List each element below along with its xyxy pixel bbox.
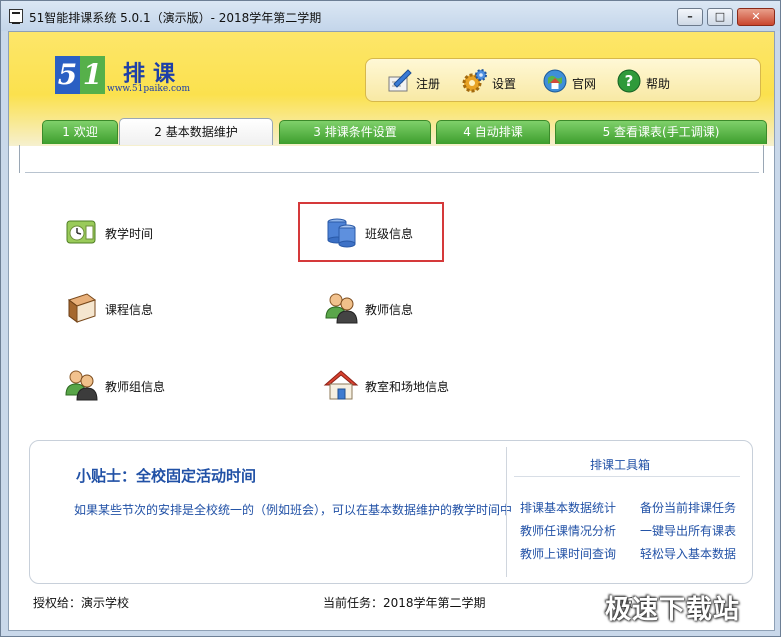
logo-url: www.51paike.com bbox=[107, 84, 190, 94]
title-bar: 51智能排课系统 5.0.1（演示版）- 2018学年第二学期 – □ ✕ bbox=[1, 1, 780, 31]
minimize-icon: – bbox=[687, 10, 693, 23]
tab-basic-data[interactable]: 2 基本数据维护 bbox=[119, 118, 273, 145]
tab-panel-frame bbox=[19, 145, 764, 173]
course-info-label: 课程信息 bbox=[105, 303, 154, 317]
link-data-statistics[interactable]: 排课基本数据统计 bbox=[520, 499, 616, 516]
database-icon bbox=[327, 218, 356, 248]
logo-badge: 5 1 bbox=[55, 56, 105, 94]
tab-welcome[interactable]: 1 欢迎 bbox=[42, 120, 118, 144]
window-title: 51智能排课系统 5.0.1（演示版）- 2018学年第二学期 bbox=[29, 11, 322, 25]
class-info-label: 班级信息 bbox=[365, 227, 414, 241]
maximize-icon: □ bbox=[714, 10, 726, 23]
app-window: 51智能排课系统 5.0.1（演示版）- 2018学年第二学期 – □ ✕ 5 … bbox=[0, 0, 781, 637]
svg-text:?: ? bbox=[625, 72, 634, 90]
header-banner: 5 1 排课 www.51paike.com 注册 设置 官网 ? 帮助 1 欢… bbox=[9, 32, 774, 146]
register-label: 注册 bbox=[416, 77, 441, 91]
help-question-icon: ? bbox=[617, 69, 641, 93]
help-button[interactable]: ? 帮助 bbox=[616, 66, 682, 96]
main-client-area: 5 1 排课 www.51paike.com 注册 设置 官网 ? 帮助 1 欢… bbox=[8, 31, 775, 631]
teaching-time-label: 教学时间 bbox=[105, 227, 154, 241]
book-icon bbox=[67, 293, 97, 323]
toolbox-underline bbox=[514, 476, 740, 477]
teacher-group-info-label: 教师组信息 bbox=[105, 380, 166, 394]
classroom-info-label: 教室和场地信息 bbox=[365, 380, 450, 394]
close-button[interactable]: ✕ bbox=[737, 8, 775, 26]
tip-body: 如果某些节次的安排是全校统一的（例如班会），可以在基本数据维护的教学时间中 bbox=[74, 503, 513, 517]
website-button[interactable]: 官网 bbox=[542, 66, 608, 96]
help-label: 帮助 bbox=[646, 77, 671, 91]
website-label: 官网 bbox=[572, 77, 597, 91]
link-export-timetables[interactable]: 一键导出所有课表 bbox=[640, 522, 736, 539]
clock-calendar-icon bbox=[66, 220, 96, 244]
top-toolbar: 注册 设置 官网 ? 帮助 bbox=[365, 58, 761, 102]
tips-panel: 小贴士：全校固定活动时间 如果某些节次的安排是全校统一的（例如班会），可以在基本… bbox=[29, 440, 753, 584]
close-icon: ✕ bbox=[751, 10, 761, 23]
house-icon bbox=[323, 370, 359, 400]
tab-view-timetable[interactable]: 5 查看课表(手工调课) bbox=[555, 120, 767, 144]
current-task-status: 当前任务：2018学年第二学期 bbox=[323, 596, 486, 610]
register-pen-icon bbox=[388, 69, 412, 92]
tips-divider bbox=[506, 447, 507, 577]
teacher-info-label: 教师信息 bbox=[365, 303, 414, 317]
toolbox-title: 排课工具箱 bbox=[590, 458, 651, 472]
settings-label: 设置 bbox=[492, 77, 517, 91]
logo-digit-1: 1 bbox=[80, 56, 105, 94]
link-import-data[interactable]: 轻松导入基本数据 bbox=[640, 545, 736, 562]
logo-digit-5: 5 bbox=[55, 56, 80, 94]
watermark-logo: 极速下载站 bbox=[605, 595, 741, 625]
content-divider bbox=[25, 172, 759, 173]
teaching-time-button[interactable]: 教学时间 bbox=[63, 214, 183, 250]
tip-title: 小贴士：全校固定活动时间 bbox=[76, 467, 257, 485]
link-teacher-analysis[interactable]: 教师任课情况分析 bbox=[520, 522, 616, 539]
class-info-button[interactable]: 班级信息 bbox=[323, 214, 443, 250]
settings-button[interactable]: 设置 bbox=[462, 66, 528, 96]
maximize-button[interactable]: □ bbox=[707, 8, 733, 26]
classroom-info-button[interactable]: 教室和场地信息 bbox=[323, 367, 483, 403]
gear-icon bbox=[462, 69, 487, 93]
teacher-info-button[interactable]: 教师信息 bbox=[323, 290, 443, 326]
teacher-users-icon bbox=[325, 293, 358, 324]
tab-conditions[interactable]: 3 排课条件设置 bbox=[279, 120, 431, 144]
link-teacher-time-query[interactable]: 教师上课时间查询 bbox=[520, 545, 616, 562]
license-status: 授权给：演示学校 bbox=[33, 596, 130, 610]
app-icon bbox=[9, 9, 23, 24]
globe-home-icon bbox=[543, 69, 567, 93]
teacher-group-info-button[interactable]: 教师组信息 bbox=[63, 367, 183, 403]
register-button[interactable]: 注册 bbox=[386, 66, 452, 96]
user-group-icon bbox=[65, 370, 98, 401]
link-backup-task[interactable]: 备份当前排课任务 bbox=[640, 499, 736, 516]
course-info-button[interactable]: 课程信息 bbox=[63, 290, 183, 326]
tab-auto-schedule[interactable]: 4 自动排课 bbox=[436, 120, 550, 144]
minimize-button[interactable]: – bbox=[677, 8, 703, 26]
